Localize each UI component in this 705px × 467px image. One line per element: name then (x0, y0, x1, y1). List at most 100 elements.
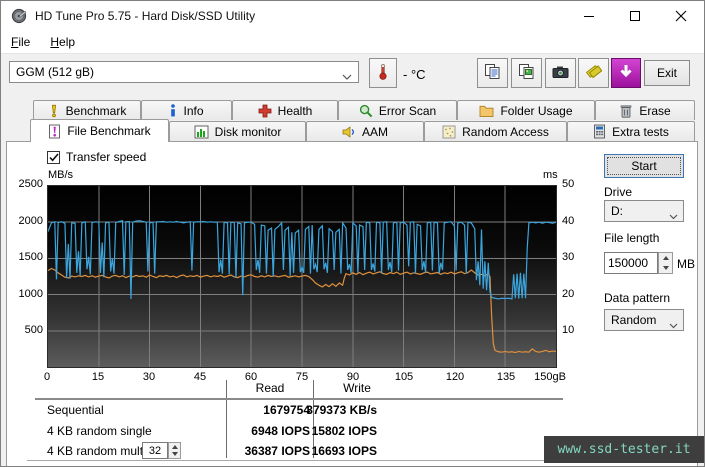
x-tick: 120 (445, 371, 465, 383)
stepper-up-icon[interactable] (659, 253, 672, 263)
watermark: www.ssd-tester.it (544, 436, 704, 463)
x-tick: 45 (193, 371, 207, 383)
tab-random-access[interactable]: Random Access (424, 121, 567, 141)
tab-folder-usage[interactable]: Folder Usage (457, 100, 595, 120)
folder-icon (479, 104, 494, 117)
drive-combo[interactable]: D: (604, 200, 684, 222)
x-tick: 135 (496, 371, 516, 383)
chevron-down-icon (342, 70, 352, 84)
menu-file[interactable]: File (1, 32, 40, 53)
toolbar: GGM (512 gB) - °C Exit (1, 53, 704, 98)
y-tick-right: 30 (562, 251, 575, 264)
drive-select-value: GGM (512 gB) (16, 65, 95, 79)
stepper-up-icon[interactable] (169, 443, 180, 451)
error-scan-icon (359, 104, 373, 118)
download-arrow-icon (618, 63, 634, 84)
tab-erase[interactable]: Erase (595, 100, 695, 120)
save-results-icon (585, 63, 603, 83)
y-tick-left: 500 (24, 324, 43, 337)
queue-depth-input[interactable]: 32 (142, 442, 168, 459)
file-length-input[interactable]: 150000 (604, 252, 658, 274)
calculator-icon (593, 124, 606, 139)
y-axis-left-unit: MB/s (48, 169, 74, 181)
y-tick-left: 1500 (18, 251, 43, 264)
queue-depth-stepper[interactable] (168, 442, 181, 459)
download-button[interactable] (611, 58, 641, 88)
file-length-unit: MB (677, 257, 695, 271)
y-tick-left: 2500 (18, 178, 43, 190)
save-results-button[interactable] (578, 58, 609, 88)
title-bar: HD Tune Pro 5.75 - Hard Disk/SSD Utility (1, 1, 704, 31)
sequential-read-value: 1679754 (263, 403, 310, 417)
close-button[interactable] (658, 1, 704, 30)
menu-help[interactable]: Help (40, 32, 85, 53)
tab-benchmark[interactable]: Benchmark (33, 100, 141, 120)
thermometer-icon (375, 63, 391, 84)
tab-file-benchmark[interactable]: File Benchmark (30, 119, 169, 142)
file-length-label: File length (604, 231, 660, 245)
stepper-down-icon[interactable] (169, 451, 180, 459)
minimize-button[interactable] (566, 1, 612, 30)
start-button[interactable]: Start (604, 154, 684, 178)
data-pattern-combo[interactable]: Random (604, 309, 684, 331)
copy-text-button[interactable] (477, 58, 508, 88)
tab-aam[interactable]: AAM (306, 121, 424, 141)
x-tick: 150gB (534, 371, 566, 383)
random-single-read-value: 6948 IOPS (251, 424, 310, 438)
y-tick-right: 10 (562, 324, 575, 337)
table-header-read: Read (255, 381, 285, 395)
benchmark-icon (48, 104, 60, 118)
exit-button[interactable]: Exit (644, 60, 690, 86)
file-benchmark-panel: Transfer speed MB/s ms 2500 2000 1500 1000 5… (6, 141, 698, 466)
copy-image-icon (518, 63, 535, 83)
trash-icon (619, 104, 633, 118)
x-tick: 30 (142, 371, 156, 383)
y-tick-right: 40 (562, 214, 575, 227)
copy-text-icon (484, 63, 501, 83)
x-tick: 15 (91, 371, 105, 383)
random-single-write-value: 15802 IOPS (311, 424, 377, 438)
disk-monitor-icon (194, 125, 209, 139)
data-pattern-label: Data pattern (604, 291, 671, 305)
screenshot-camera-icon (552, 64, 569, 83)
window-title: HD Tune Pro 5.75 - Hard Disk/SSD Utility (35, 9, 256, 23)
table-header-rule (35, 398, 563, 400)
menu-bar: File Help (1, 31, 704, 53)
benchmark-chart (47, 185, 557, 368)
stepper-down-icon[interactable] (659, 263, 672, 273)
row-label-random-single: 4 KB random single (47, 424, 152, 438)
tab-info[interactable]: Info (141, 100, 232, 120)
app-window: HD Tune Pro 5.75 - Hard Disk/SSD Utility… (0, 0, 705, 467)
app-icon (11, 8, 27, 24)
file-length-stepper[interactable] (658, 252, 673, 274)
table-header-write: Write (343, 381, 371, 395)
tab-error-scan[interactable]: Error Scan (338, 100, 457, 120)
random-multi-write-value: 16693 IOPS (311, 444, 377, 458)
health-icon (258, 104, 272, 118)
tab-disk-monitor[interactable]: Disk monitor (169, 121, 306, 141)
chevron-down-icon (669, 209, 678, 223)
info-icon (169, 103, 177, 118)
transfer-speed-checkbox[interactable] (47, 150, 60, 164)
drive-label: Drive (604, 185, 633, 199)
file-benchmark-icon (48, 124, 61, 139)
transfer-speed-label: Transfer speed (66, 150, 147, 164)
y-tick-left: 1000 (18, 287, 43, 300)
copy-image-button[interactable] (511, 58, 542, 88)
tab-health[interactable]: Health (232, 100, 338, 120)
row-label-sequential: Sequential (47, 403, 104, 417)
speaker-icon (342, 125, 356, 139)
y-tick-left: 2000 (18, 214, 43, 227)
drive-select-combo[interactable]: GGM (512 gB) (9, 61, 359, 83)
y-axis-right-unit: ms (543, 169, 558, 181)
focus-rect (607, 157, 681, 175)
y-tick-right: 20 (562, 287, 575, 300)
random-multi-read-value: 36387 IOPS (244, 444, 310, 458)
tab-extra-tests[interactable]: Extra tests (567, 121, 695, 141)
maximize-button[interactable] (612, 1, 658, 30)
y-tick-right: 50 (562, 178, 575, 190)
row-label-random-multi: 4 KB random multi (47, 444, 146, 458)
sequential-write-value: 379373 KB/s (306, 403, 377, 417)
screenshot-button[interactable] (545, 58, 576, 88)
temperature-button[interactable] (369, 58, 397, 88)
